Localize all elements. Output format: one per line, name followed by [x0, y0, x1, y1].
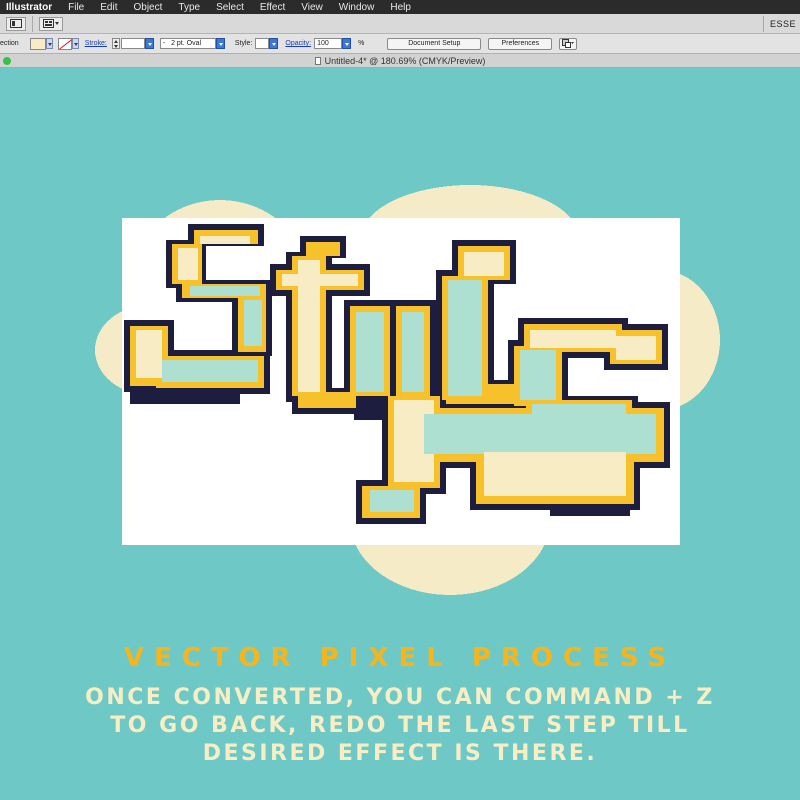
body-text: ONCE CONVERTED, YOU CAN COMMAND + Z TO G… — [70, 684, 730, 768]
artwork-svg — [95, 185, 720, 595]
body-line-1: ONCE CONVERTED, YOU CAN COMMAND + Z — [85, 685, 715, 710]
headline: VECTOR PIXEL PROCESS — [123, 643, 677, 673]
canvas — [0, 0, 800, 800]
body-line-2: TO GO BACK, REDO THE LAST STEP TILL — [110, 713, 690, 738]
body-line-3: DESIRED EFFECT IS THERE. — [202, 741, 598, 766]
